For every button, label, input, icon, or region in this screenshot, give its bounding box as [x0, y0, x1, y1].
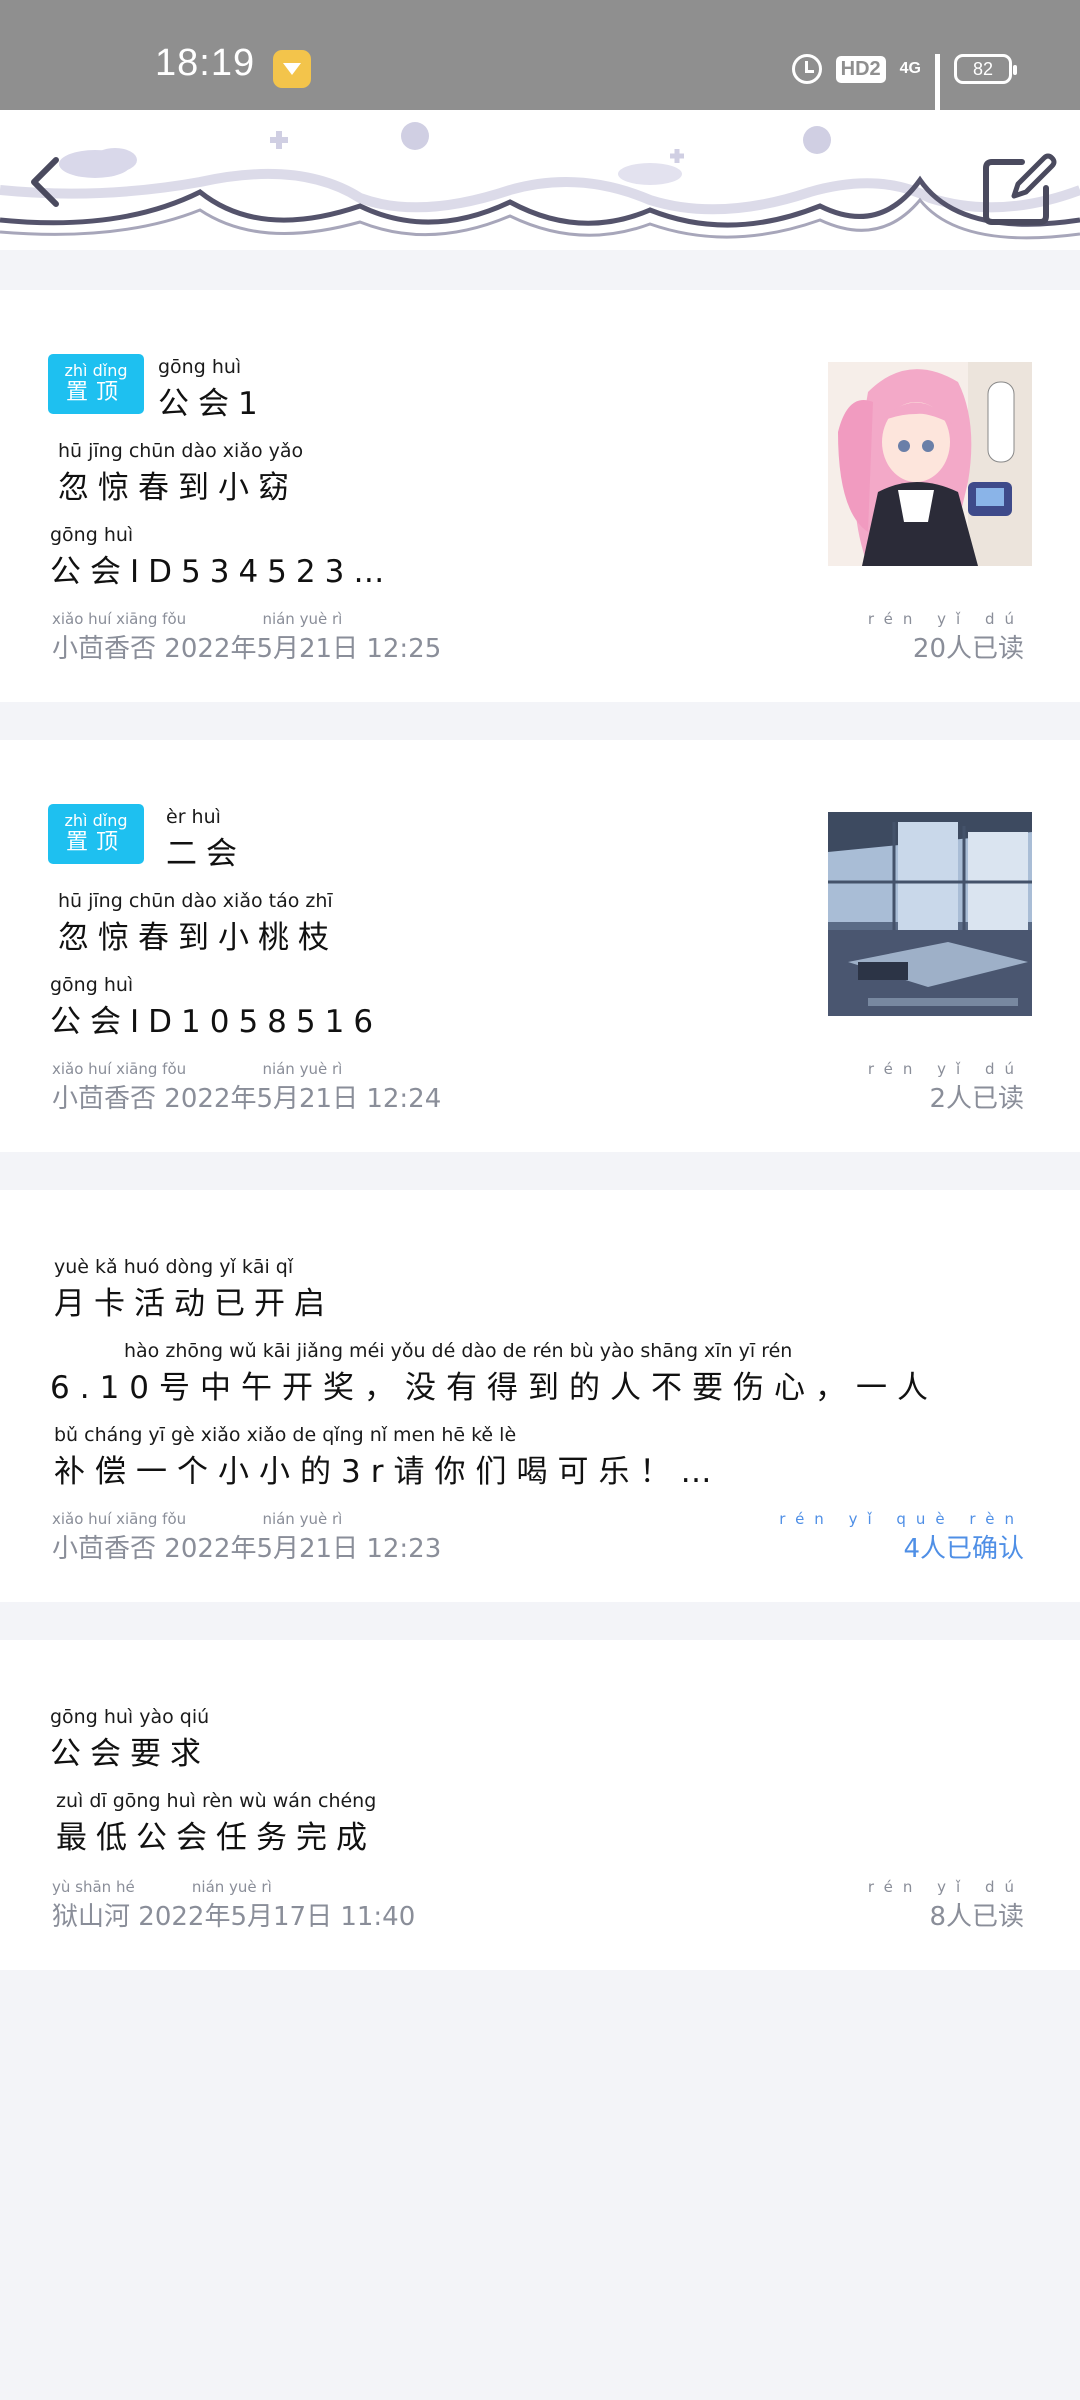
- confirm-count[interactable]: rén yǐ què rèn 4人已确认: [779, 1510, 1024, 1565]
- status-bar: 18:19 HD2 4G 82: [0, 0, 1080, 132]
- post-thumbnail[interactable]: [828, 362, 1032, 566]
- network-type-label: 4G: [899, 60, 921, 77]
- post-excerpt-line-2: bǔ cháng yī gè xiǎo xiǎo de qǐng nǐ men …: [54, 1424, 722, 1490]
- post-excerpt-line-1: hū jīng chūn dào xiǎo táo zhī 忽惊春到小桃枝: [58, 890, 338, 956]
- post-date: 2022年5月21日 12:24: [164, 1084, 442, 1114]
- pinned-badge: zhì dǐng 置顶: [48, 804, 144, 864]
- status-icons: HD2 4G 82: [791, 50, 1017, 132]
- alarm-icon: [791, 54, 822, 84]
- post-date: 2022年5月21日 12:23: [164, 1534, 442, 1564]
- post-card[interactable]: gōng huì yào qiú 公会要求 zuì dī gōng huì rè…: [0, 1640, 1080, 1970]
- post-meta: xiǎo huí xiāng fǒu nián yuè rì 小茴香否 2022…: [52, 610, 442, 664]
- post-meta: yù shān hé nián yuè rì 狱山河 2022年5月17日 11…: [52, 1878, 416, 1932]
- post-date: 2022年5月17日 11:40: [138, 1902, 416, 1932]
- post-excerpt-line-1: hū jīng chūn dào xiǎo yǎo 忽惊春到小窈: [58, 440, 304, 506]
- post-excerpt-line-1: hào zhōng wǔ kāi jiǎng méi yǒu dé dào de…: [50, 1340, 939, 1406]
- read-count[interactable]: rén yǐ dú 20人已读: [868, 610, 1024, 665]
- signal-icon: [935, 54, 940, 132]
- post-excerpt-line-2: gōng huì 公会ID534523…: [50, 524, 394, 590]
- edit-button[interactable]: [978, 150, 1058, 230]
- app-notification-icon: [273, 50, 311, 88]
- post-card[interactable]: yuè kǎ huó dòng yǐ kāi qǐ 月卡活动已开启 hào zh…: [0, 1190, 1080, 1602]
- post-excerpt-line-1: zuì dī gōng huì rèn wù wán chéng 最低公会任务完…: [56, 1790, 377, 1856]
- hd-voice-icon: HD2: [835, 55, 886, 83]
- post-title: èr huì 二会: [166, 806, 246, 872]
- post-author: 小茴香否: [52, 1084, 157, 1114]
- post-card[interactable]: zhì dǐng 置顶 èr huì 二会 hū jīng chūn dào x…: [0, 740, 1080, 1152]
- page-header: [0, 110, 1080, 250]
- post-author: 狱山河: [52, 1902, 131, 1932]
- post-title: gōng huì 公会1: [158, 356, 267, 422]
- post-thumbnail[interactable]: [828, 812, 1032, 1016]
- back-button[interactable]: [22, 152, 72, 212]
- post-date: 2022年5月21日 12:25: [164, 634, 442, 664]
- post-card[interactable]: zhì dǐng 置顶 gōng huì 公会1 hū jīng chūn dà…: [0, 290, 1080, 702]
- read-count[interactable]: rén yǐ dú 2人已读: [868, 1060, 1024, 1115]
- header-decoration: [0, 110, 1080, 250]
- post-author: 小茴香否: [52, 1534, 157, 1564]
- status-time: 18:19: [155, 42, 256, 84]
- post-excerpt-line-2: gōng huì 公会ID1058516: [50, 974, 383, 1040]
- battery-icon: 82: [954, 54, 1017, 84]
- post-title: yuè kǎ huó dòng yǐ kāi qǐ 月卡活动已开启: [54, 1256, 334, 1322]
- read-count[interactable]: rén yǐ dú 8人已读: [868, 1878, 1024, 1933]
- pinned-badge: zhì dǐng 置顶: [48, 354, 144, 414]
- post-title: gōng huì yào qiú 公会要求: [50, 1706, 210, 1772]
- post-author: 小茴香否: [52, 634, 157, 664]
- post-meta: xiǎo huí xiāng fǒu nián yuè rì 小茴香否 2022…: [52, 1510, 442, 1564]
- post-meta: xiǎo huí xiāng fǒu nián yuè rì 小茴香否 2022…: [52, 1060, 442, 1114]
